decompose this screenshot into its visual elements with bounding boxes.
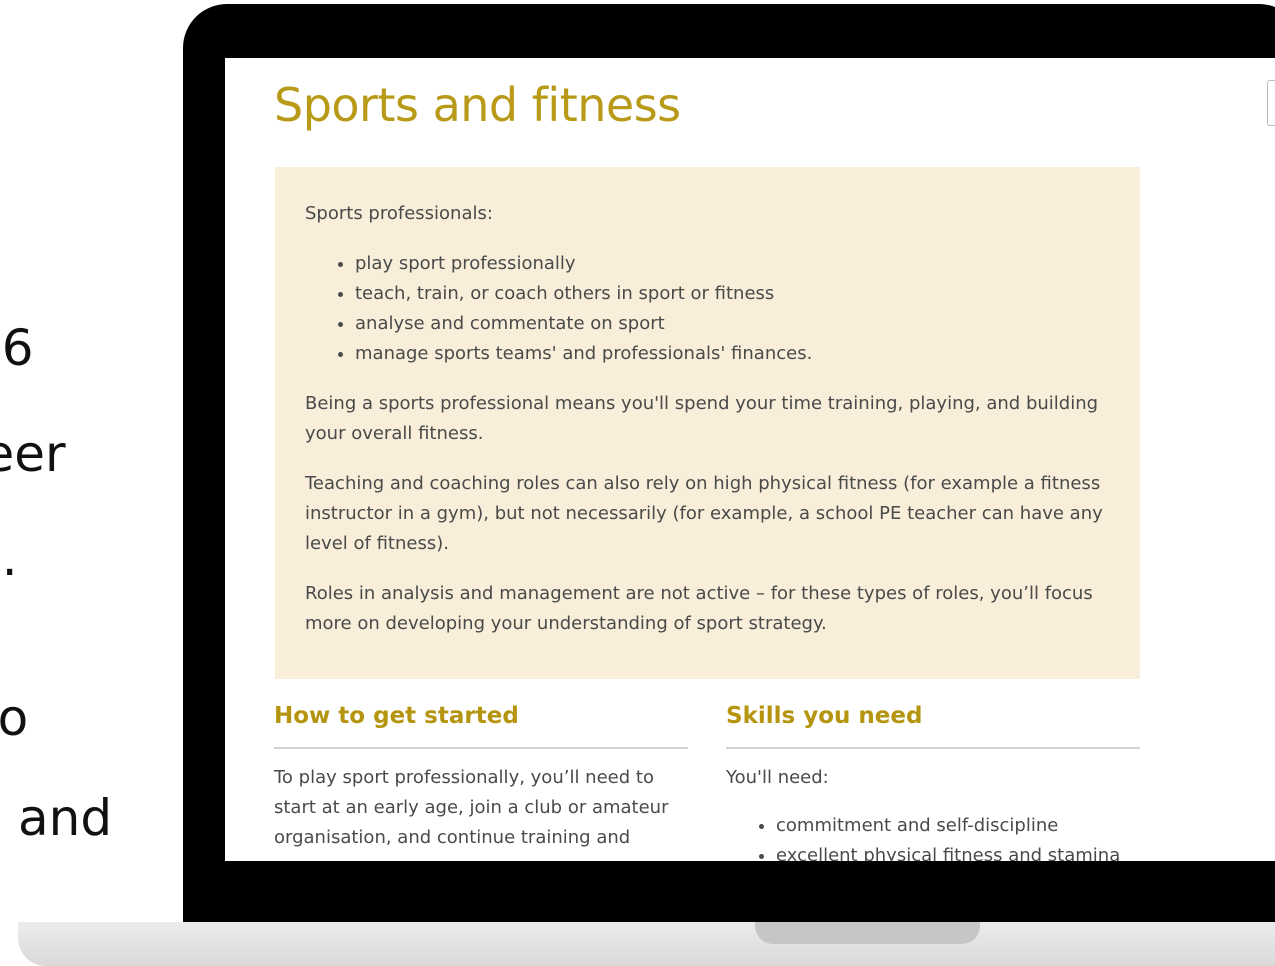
intro-paragraph: Teaching and coaching roles can also rel… — [305, 473, 1103, 554]
list-item: commitment and self-discipline — [776, 811, 1140, 841]
list-item: play sport professionally — [355, 249, 1110, 279]
slide-text-line: and — [18, 789, 113, 847]
list-item: excellent physical fitness and stamina — [776, 841, 1140, 861]
cropped-slide-text: 56 reer o. to and — [0, 318, 180, 858]
slide-text-line: reer — [0, 425, 66, 483]
page-title: Sports and fitness — [274, 78, 681, 132]
intro-paragraph: Roles in analysis and management are not… — [305, 583, 1093, 634]
skills-heading: Skills you need — [726, 703, 1140, 749]
list-item: analyse and commentate on sport — [355, 309, 1110, 339]
partial-control[interactable] — [1267, 80, 1275, 126]
intro-box: Sports professionals: play sport profess… — [275, 167, 1140, 679]
slide-text-line: to — [0, 689, 29, 747]
skills-list: commitment and self-discipline excellent… — [726, 811, 1140, 861]
laptop-screen: Sports and fitness Sports professionals:… — [225, 58, 1275, 861]
list-item: teach, train, or coach others in sport o… — [355, 279, 1110, 309]
get-started-text: To play sport professionally, you’ll nee… — [274, 767, 669, 848]
laptop-notch — [755, 922, 980, 944]
list-item: manage sports teams' and professionals' … — [355, 339, 1110, 369]
intro-paragraph: Being a sports professional means you'll… — [305, 393, 1099, 444]
intro-heading: Sports professionals: — [305, 203, 493, 224]
laptop-base — [18, 922, 1275, 966]
intro-bullet-list: play sport professionally teach, train, … — [305, 249, 1110, 369]
slide-text-line: o. — [0, 529, 18, 587]
slide-text-line: 56 — [0, 319, 34, 377]
skills-section: Skills you need You'll need: commitment … — [726, 703, 1140, 861]
get-started-heading: How to get started — [274, 703, 688, 749]
get-started-section: How to get started To play sport profess… — [274, 703, 688, 853]
skills-intro: You'll need: — [726, 767, 829, 788]
